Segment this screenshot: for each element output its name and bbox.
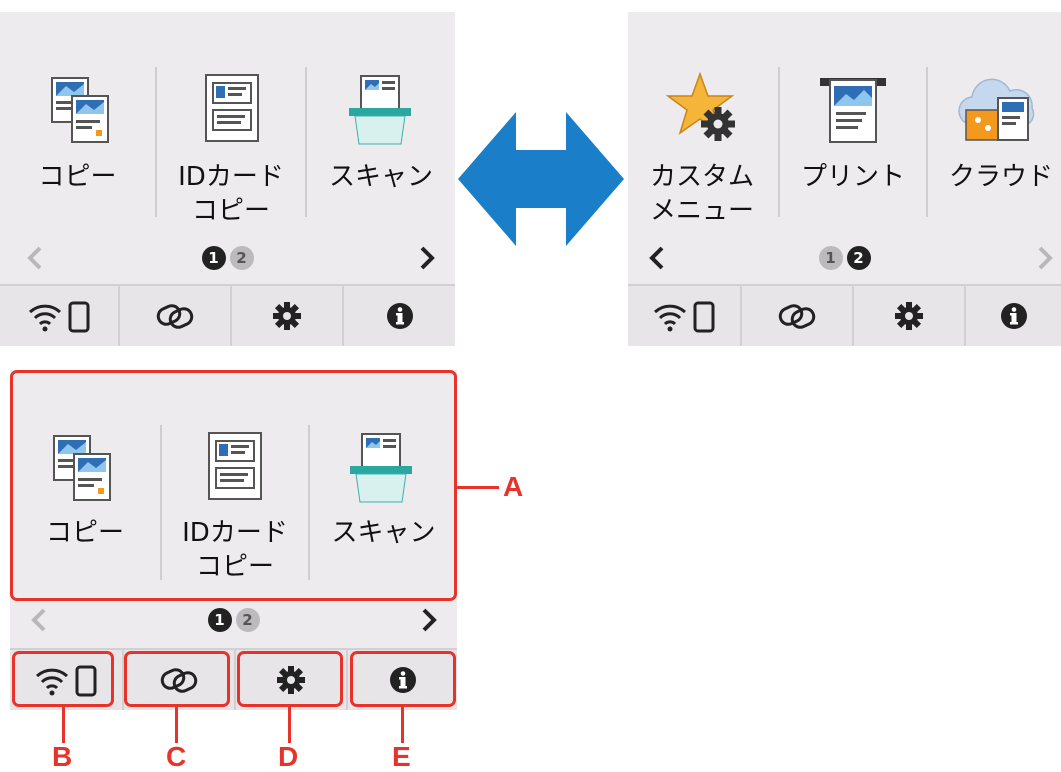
information-button[interactable] (344, 286, 455, 346)
chevron-right-icon[interactable] (412, 238, 442, 278)
print-icon (820, 78, 886, 143)
callout-box-a (10, 370, 457, 601)
double-arrow-icon (458, 112, 624, 246)
tile-cloud[interactable]: クラウド (928, 12, 1061, 232)
id-card-copy-icon (205, 74, 259, 142)
pager: 12 (10, 600, 457, 640)
wireless-status-button[interactable] (0, 286, 118, 346)
callout-box-d (237, 651, 343, 707)
bottom-bar (0, 284, 455, 346)
page-dot-1[interactable]: 1 (818, 246, 843, 270)
page-dot-2[interactable]: 2 (235, 608, 260, 632)
custom-menu-star-gear-icon (666, 71, 735, 141)
gear-icon (895, 302, 923, 330)
copy-icon (51, 77, 109, 143)
link-icon (778, 304, 816, 329)
bottom-bar (628, 284, 1061, 346)
link-icon (156, 304, 194, 329)
pager: 12 (0, 238, 455, 278)
chevron-right-icon[interactable] (414, 600, 444, 640)
callout-line-d (288, 707, 291, 743)
callout-line-a (457, 486, 499, 489)
scan-icon (349, 75, 411, 145)
chevron-right-icon[interactable] (1030, 238, 1060, 278)
touch-screen-page-1: コピー IDカード コピー スキャン 12 (0, 12, 455, 346)
wireless-connect-button[interactable] (742, 286, 852, 346)
callout-line-e (401, 707, 404, 743)
page-dot-1[interactable]: 1 (201, 246, 226, 270)
cloud-icon (958, 78, 1035, 141)
tile-copy[interactable]: コピー (0, 12, 155, 232)
callout-line-c (175, 707, 178, 743)
tile-label: カスタム メニュー (649, 162, 754, 226)
page-dot-2[interactable]: 2 (846, 246, 871, 270)
wifi-smartphone-icon (28, 301, 90, 333)
tile-id-card-copy[interactable]: IDカード コピー (157, 12, 305, 232)
wireless-connect-button[interactable] (120, 286, 230, 346)
callout-label-e: E (392, 741, 411, 772)
callout-label-d: D (278, 741, 299, 772)
callout-line-b (62, 707, 65, 743)
tile-label: プリント (800, 162, 905, 192)
page-dot-2[interactable]: 2 (229, 246, 254, 270)
page-dot-1[interactable]: 1 (207, 608, 232, 632)
callout-box-e (350, 651, 456, 707)
callout-label-b: B (52, 741, 73, 772)
callout-box-b (12, 651, 114, 707)
settings-button[interactable] (854, 286, 964, 346)
wireless-status-button[interactable] (628, 286, 740, 346)
tile-label: スキャン (328, 162, 433, 192)
touch-screen-page-2: カスタム メニュー プリント クラウド 12 (628, 12, 1061, 346)
callout-label-a: A (503, 471, 524, 502)
tile-scan[interactable]: スキャン (307, 12, 455, 232)
tile-label: IDカード コピー (178, 162, 284, 226)
tile-label: コピー (38, 162, 117, 192)
information-button[interactable] (966, 286, 1061, 346)
tile-label: クラウド (948, 162, 1053, 192)
info-icon (1000, 303, 1027, 329)
settings-button[interactable] (232, 286, 342, 346)
gear-icon (273, 302, 301, 330)
tile-custom-menu[interactable]: カスタム メニュー (628, 12, 776, 232)
wifi-smartphone-icon (653, 301, 715, 333)
pager: 12 (628, 238, 1061, 278)
info-icon (386, 303, 413, 329)
callout-label-c: C (166, 741, 187, 772)
callout-box-c (124, 651, 230, 707)
tile-print[interactable]: プリント (780, 12, 926, 232)
